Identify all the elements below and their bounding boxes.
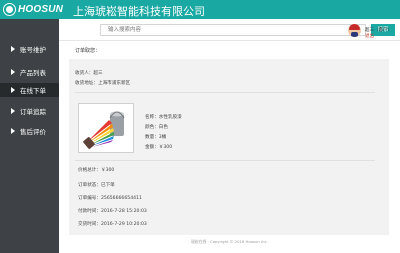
product-image	[78, 103, 134, 153]
sidebar-item-label: 售后评价	[20, 128, 46, 136]
sidebar: 账号维护 产品列表 在线下单 订单追踪 售后评价	[0, 19, 59, 253]
recipient: 收货人：超三	[75, 71, 103, 76]
price-total: 价格总计：￥300	[78, 168, 115, 173]
section-divider	[75, 92, 375, 93]
product-name: 名称：水性乳胶漆	[145, 115, 182, 120]
footer-copyright: 琥崧在线 · Copyright © 2016 Hoosun Inc.	[191, 239, 268, 244]
sidebar-item-label: 账号维护	[20, 46, 46, 54]
section-divider	[75, 160, 375, 161]
sidebar-item-label: 订单追踪	[20, 108, 46, 116]
play-arrow-icon	[11, 108, 15, 114]
avatar[interactable]	[348, 24, 361, 37]
logo-mark-icon	[3, 3, 16, 16]
order-number-label: 订单取您：	[75, 48, 101, 54]
product-amount: 金额：￥300	[145, 145, 173, 150]
play-arrow-icon	[11, 46, 15, 52]
play-arrow-icon	[11, 69, 15, 75]
sidebar-item-after-sales[interactable]: 售后评价	[0, 124, 59, 138]
delivery-time: 交货时间：2016-7-29 10:20:03	[78, 222, 147, 227]
order-number: 订单编号：25656666654411	[78, 196, 142, 201]
header-divider	[59, 40, 400, 41]
brand-logo[interactable]: HOOSUN	[3, 3, 63, 16]
shipping-address: 收货地址：上海市浦东新区	[75, 81, 131, 86]
top-bar: HOOSUN 上海琥崧智能科技有限公司	[0, 0, 400, 19]
payment-time: 付款时间：2016-7-28 15:20:03	[78, 209, 147, 214]
company-name: 上海琥崧智能科技有限公司	[73, 5, 205, 18]
sidebar-item-label: 产品列表	[20, 69, 46, 77]
play-arrow-icon	[11, 87, 15, 93]
product-color: 颜色：白色	[145, 125, 168, 130]
user-info: 超三（客户） 退出	[344, 23, 400, 41]
search-input[interactable]	[100, 24, 366, 36]
sidebar-item-order-tracking[interactable]: 订单追踪	[0, 104, 59, 118]
sidebar-item-account[interactable]: 账号维护	[0, 42, 59, 56]
sidebar-item-label: 在线下单	[20, 87, 46, 95]
sidebar-item-products[interactable]: 产品列表	[0, 65, 59, 79]
play-arrow-icon	[11, 128, 15, 134]
sidebar-item-online-order[interactable]: 在线下单	[0, 83, 59, 97]
product-quantity: 数量：3桶	[145, 135, 167, 140]
logo-text: HOOSUN	[18, 4, 64, 15]
logout-link[interactable]: 退出	[365, 33, 374, 39]
paint-bucket-icon	[83, 111, 125, 149]
order-status: 订单状态：已下单	[78, 183, 115, 188]
